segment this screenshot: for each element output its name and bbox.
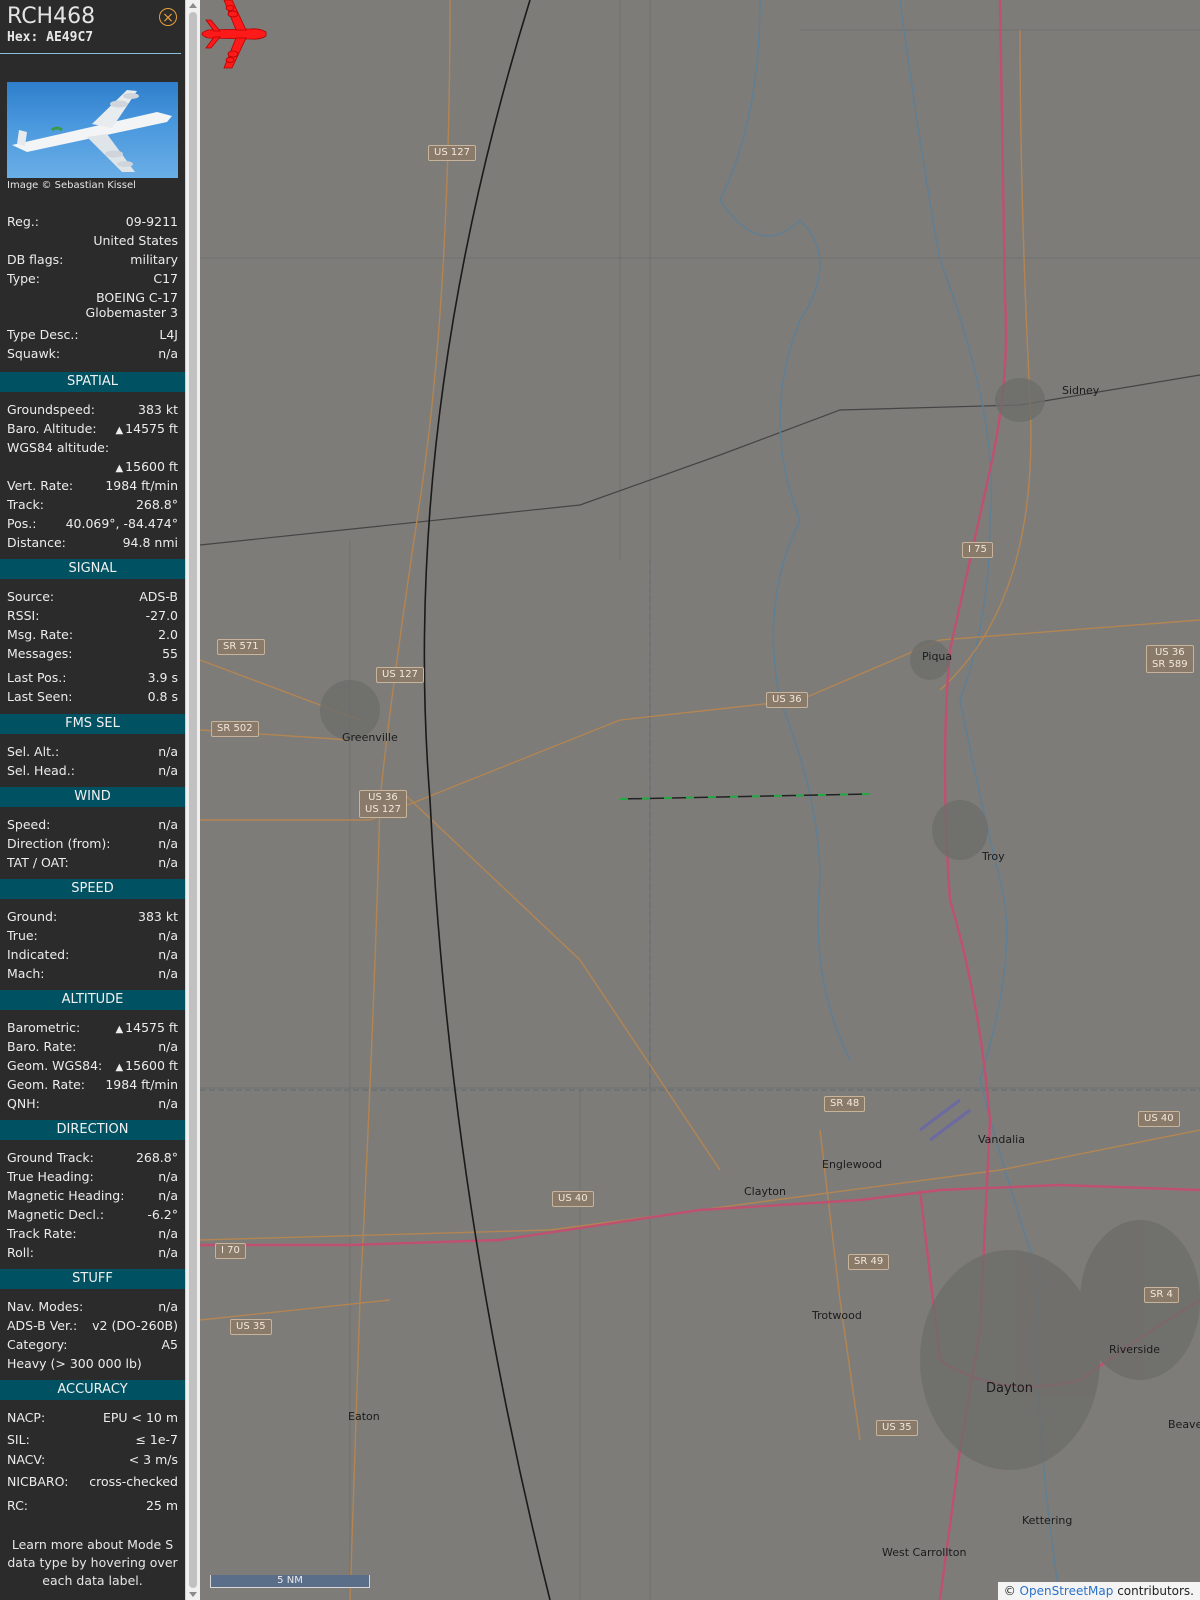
map-scale-bar: 5 NM	[210, 1575, 370, 1588]
route-shield: I 70	[215, 1243, 246, 1259]
section-signal[interactable]: SIGNAL	[0, 559, 185, 579]
route-shield: US 35	[876, 1420, 918, 1436]
map-attribution: © OpenStreetMap contributors.	[997, 1582, 1200, 1600]
town-label: Riverside	[1109, 1343, 1161, 1356]
route-shield: US 127	[376, 667, 424, 683]
route-shield: SR 571	[217, 639, 265, 655]
airplane-icon[interactable]	[200, 0, 270, 70]
sidebar-scrollbar[interactable]	[185, 0, 200, 1600]
town-label: Clayton	[744, 1185, 787, 1198]
route-shield: US 127	[428, 145, 476, 161]
town-label: Englewood	[822, 1158, 883, 1171]
footnote: Learn more about Mode S data type by hov…	[7, 1537, 178, 1588]
panel-header: RCH468 Hex: AE49C7 ×	[0, 0, 181, 54]
town-label: Sidney	[1062, 384, 1100, 397]
route-shield: US 35	[230, 1319, 272, 1335]
route-shield: SR 502	[211, 721, 259, 737]
section-stuff[interactable]: STUFF	[0, 1269, 185, 1289]
close-icon[interactable]: ×	[159, 8, 177, 26]
town-label: Kettering	[1022, 1514, 1073, 1527]
town-label: Trotwood	[812, 1309, 862, 1322]
section-accuracy[interactable]: ACCURACY	[0, 1380, 185, 1400]
route-shield: US 36	[766, 692, 808, 708]
route-shield: US 36 SR 589	[1146, 645, 1194, 673]
section-altitude[interactable]: ALTITUDE	[0, 990, 185, 1010]
section-direction[interactable]: DIRECTION	[0, 1120, 185, 1140]
town-label: Greenville	[342, 731, 398, 744]
section-spatial[interactable]: SPATIAL	[0, 372, 185, 392]
flight-track-line	[619, 793, 871, 800]
info-row-typename: BOEING C-17 Globemaster 3	[85, 290, 178, 320]
section-wind[interactable]: WIND	[0, 787, 185, 807]
town-label: West Carrollton	[882, 1546, 967, 1559]
town-label: Piqua	[922, 650, 953, 663]
town-label: Dayton	[986, 1381, 1033, 1396]
scroll-up-arrow-icon[interactable]	[189, 3, 197, 8]
route-shield: US 40	[552, 1191, 594, 1207]
route-shield: I 75	[962, 542, 993, 558]
scroll-down-arrow-icon[interactable]	[189, 1592, 197, 1597]
section-speed[interactable]: SPEED	[0, 879, 185, 899]
callsign: RCH468	[7, 4, 96, 29]
osm-link[interactable]: OpenStreetMap	[1020, 1584, 1114, 1598]
route-shield: SR 48	[824, 1096, 866, 1112]
route-shield: SR 4	[1144, 1287, 1179, 1303]
route-shield: SR 49	[848, 1254, 890, 1270]
map-view[interactable]: US 127 US 127 SR 571 SR 502 US 36 US 127…	[200, 0, 1200, 1600]
town-label: Eaton	[348, 1410, 380, 1423]
route-shield: US 40	[1138, 1111, 1180, 1127]
town-label: Beaver	[1168, 1418, 1200, 1431]
route-shield: US 36 US 127	[359, 790, 407, 818]
aircraft-photo[interactable]	[7, 82, 178, 178]
town-label: Troy	[982, 850, 1005, 863]
hex-code: Hex: AE49C7	[7, 30, 94, 45]
scrollbar-thumb[interactable]	[189, 12, 197, 1588]
section-fms[interactable]: FMS SEL	[0, 714, 185, 734]
town-label: Vandalia	[978, 1133, 1025, 1146]
aircraft-info-panel: RCH468 Hex: AE49C7 × Image © Sebastian K…	[0, 0, 185, 1600]
photo-credit: Image © Sebastian Kissel	[7, 180, 136, 191]
map-base	[200, 0, 1200, 1600]
